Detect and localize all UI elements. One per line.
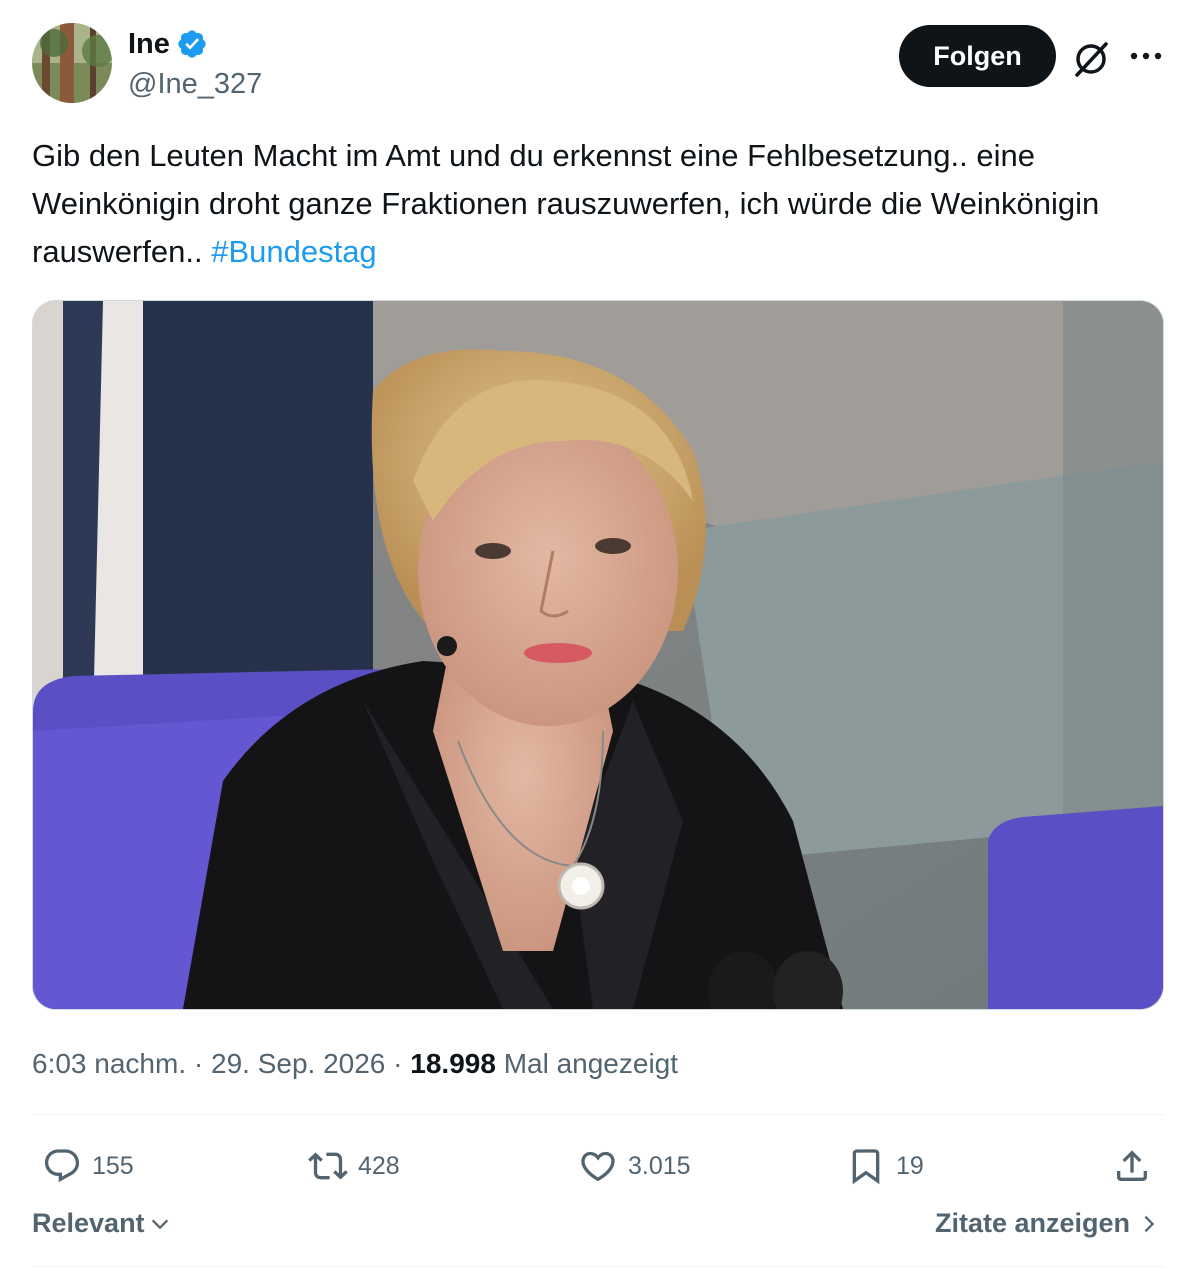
photo-woman-in-parliament [33, 301, 1163, 1009]
reply-icon [44, 1149, 80, 1183]
meta-separator: · [393, 1048, 403, 1079]
author-handle[interactable]: @Ine_327 [128, 68, 262, 101]
reply-button[interactable]: 155 [42, 1142, 134, 1190]
reply-count: 155 [92, 1151, 134, 1180]
tweet-time[interactable]: 6:03 nachm. [32, 1048, 186, 1079]
like-button[interactable]: 3.015 [578, 1142, 691, 1190]
author-name-row: Ine [128, 26, 208, 62]
avatar[interactable] [32, 23, 112, 103]
author-name[interactable]: Ine [128, 26, 170, 62]
repost-icon [308, 1152, 348, 1180]
bookmark-count: 19 [896, 1151, 924, 1180]
sort-label: Relevant [32, 1208, 145, 1238]
repost-count: 428 [358, 1151, 400, 1180]
hashtag-link[interactable]: #Bundestag [211, 234, 376, 269]
view-quotes-link[interactable]: Zitate anzeigen [935, 1208, 1158, 1239]
avatar-photo [32, 23, 112, 103]
repost-button[interactable]: 428 [308, 1142, 400, 1190]
tweet-body: Gib den Leuten Macht im Amt und du erken… [32, 138, 1100, 269]
sort-relevant-button[interactable]: Relevant [32, 1208, 171, 1239]
share-button[interactable] [1112, 1142, 1152, 1190]
tweet-text: Gib den Leuten Macht im Amt und du erken… [32, 132, 1172, 276]
follow-button[interactable]: Folgen [899, 25, 1056, 87]
tweet-card: Ine @Ine_327 Folgen Gib den Leuten Macht… [0, 0, 1196, 1270]
bookmark-button[interactable]: 19 [846, 1142, 924, 1190]
chevron-down-icon [151, 1219, 168, 1229]
tweet-date[interactable]: 29. Sep. 2026 [211, 1048, 385, 1079]
more-icon[interactable] [1125, 38, 1167, 74]
verified-badge-icon[interactable] [176, 28, 208, 60]
meta-separator: · [193, 1048, 204, 1079]
tweet-image[interactable] [32, 300, 1164, 1010]
views-count: 18.998 [410, 1048, 496, 1079]
divider [32, 1114, 1164, 1115]
share-icon [1117, 1150, 1147, 1181]
chevron-right-icon [1144, 1215, 1155, 1232]
heart-icon [581, 1151, 615, 1182]
divider [32, 1266, 1164, 1267]
quotes-label: Zitate anzeigen [934, 1208, 1130, 1238]
like-count: 3.015 [628, 1151, 691, 1180]
bookmark-icon [852, 1149, 880, 1185]
views-label: Mal angezeigt [503, 1048, 679, 1079]
tweet-meta: 6:03 nachm. · 29. Sep. 2026 · 18.998 Mal… [32, 1044, 678, 1084]
grok-icon[interactable] [1070, 38, 1112, 80]
